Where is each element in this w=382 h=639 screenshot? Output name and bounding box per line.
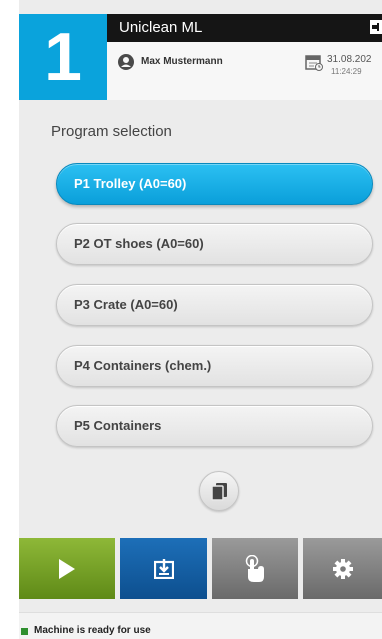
logout-icon[interactable]: [370, 20, 382, 34]
user-name: Max Mustermann: [141, 56, 223, 67]
play-icon: [59, 558, 75, 579]
touch-mode-button[interactable]: [212, 538, 298, 599]
user-icon: [118, 54, 134, 70]
title-bar: Uniclean ML: [107, 14, 382, 42]
current-date: 31.08.202: [327, 54, 372, 65]
info-bar: Max Mustermann 31.08.202 11:24:29: [107, 42, 382, 100]
machine-title: Uniclean ML: [119, 19, 203, 36]
program-button-p2[interactable]: P2 OT shoes (A0=60): [56, 223, 373, 265]
start-button[interactable]: [19, 538, 115, 599]
copy-icon: [211, 483, 227, 501]
download-tray-icon: [153, 558, 174, 579]
status-indicator: [21, 628, 28, 635]
section-title: Program selection: [51, 123, 172, 140]
program-number-tile: 1: [19, 14, 107, 100]
program-button-p5[interactable]: P5 Containers: [56, 405, 373, 447]
copy-program-button[interactable]: [199, 471, 239, 511]
load-button[interactable]: [120, 538, 207, 599]
program-button-p4[interactable]: P4 Containers (chem.): [56, 345, 373, 387]
status-text: Machine is ready for use: [34, 625, 151, 636]
hand-pointer-icon: [245, 554, 264, 582]
gear-icon: [332, 558, 353, 579]
program-button-p1[interactable]: P1 Trolley (A0=60): [56, 163, 373, 205]
status-bar: Machine is ready for use: [19, 612, 382, 639]
machine-panel: 1 Uniclean ML Max Mustermann 31.08.202 1…: [19, 0, 382, 639]
program-button-p3[interactable]: P3 Crate (A0=60): [56, 284, 373, 326]
current-time: 11:24:29: [331, 67, 362, 76]
settings-button[interactable]: [303, 538, 382, 599]
calendar-clock-icon: [305, 55, 323, 71]
